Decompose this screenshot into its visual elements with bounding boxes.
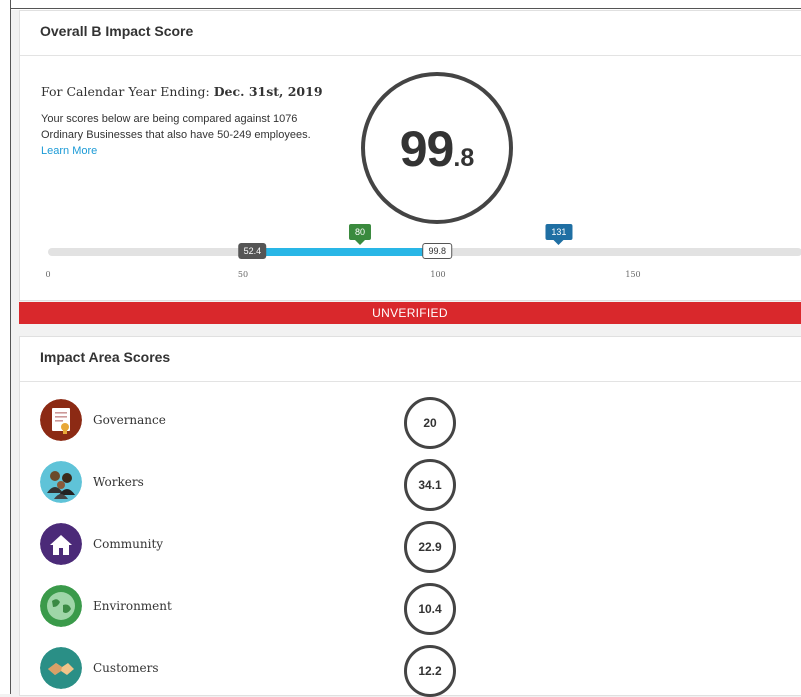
- impact-area-workers[interactable]: Workers 34.1: [40, 459, 800, 511]
- calendar-year: For Calendar Year Ending: Dec. 31st, 201…: [41, 84, 323, 99]
- score-decimal: .8: [453, 144, 475, 172]
- area-label: Environment: [93, 599, 172, 613]
- area-label: Governance: [93, 413, 166, 427]
- window-border: [10, 8, 801, 9]
- overall-title: Overall B Impact Score: [40, 23, 194, 39]
- overall-score-card: Overall B Impact Score For Calendar Year…: [19, 10, 801, 301]
- area-score: 34.1: [404, 459, 456, 511]
- scale-tick: 150: [625, 270, 641, 279]
- verification-status-banner: UNVERIFIED: [19, 302, 801, 324]
- impact-area-environment[interactable]: Environment 10.4: [40, 583, 800, 635]
- score-integer: 99: [399, 121, 455, 177]
- scale-tick: 0: [45, 270, 51, 279]
- area-label: Community: [93, 537, 164, 551]
- score-range-fill: [252, 248, 438, 256]
- impact-area-card: Impact Area Scores Governance 20 Workers…: [19, 336, 801, 697]
- current-score-marker: 99.8: [422, 243, 452, 259]
- window-left-edge: [0, 0, 11, 694]
- area-label: Customers: [93, 661, 159, 675]
- range-start-marker: 52.4: [238, 243, 267, 259]
- governance-icon: [40, 399, 82, 441]
- impact-area-customers[interactable]: Customers 12.2: [40, 645, 800, 697]
- customers-icon: [40, 647, 82, 689]
- workers-icon: [40, 461, 82, 503]
- area-score: 10.4: [404, 583, 456, 635]
- median-score-flag: 80: [348, 224, 372, 245]
- scale-tick: 50: [237, 270, 249, 279]
- comparison-description: Your scores below are being compared aga…: [41, 113, 311, 141]
- area-score: 20: [404, 397, 456, 449]
- impact-title: Impact Area Scores: [40, 349, 171, 365]
- environment-icon: [40, 585, 82, 627]
- community-icon: [40, 523, 82, 565]
- scale-tick: 100: [430, 270, 446, 279]
- area-label: Workers: [93, 475, 144, 489]
- area-score: 12.2: [404, 645, 456, 697]
- impact-area-governance[interactable]: Governance 20: [40, 397, 800, 449]
- area-score: 22.9: [404, 521, 456, 573]
- year-prefix: For Calendar Year Ending:: [41, 84, 214, 99]
- overall-score-circle: 99.8: [361, 72, 513, 224]
- impact-area-community[interactable]: Community 22.9: [40, 521, 800, 573]
- year-value: Dec. 31st, 2019: [213, 84, 323, 99]
- top-score-flag: 131: [545, 224, 573, 245]
- learn-more-link[interactable]: Learn More: [41, 145, 97, 157]
- overall-score: 99.8: [365, 120, 509, 178]
- impact-card-header: Impact Area Scores: [20, 337, 801, 382]
- overall-card-header: Overall B Impact Score: [20, 11, 801, 56]
